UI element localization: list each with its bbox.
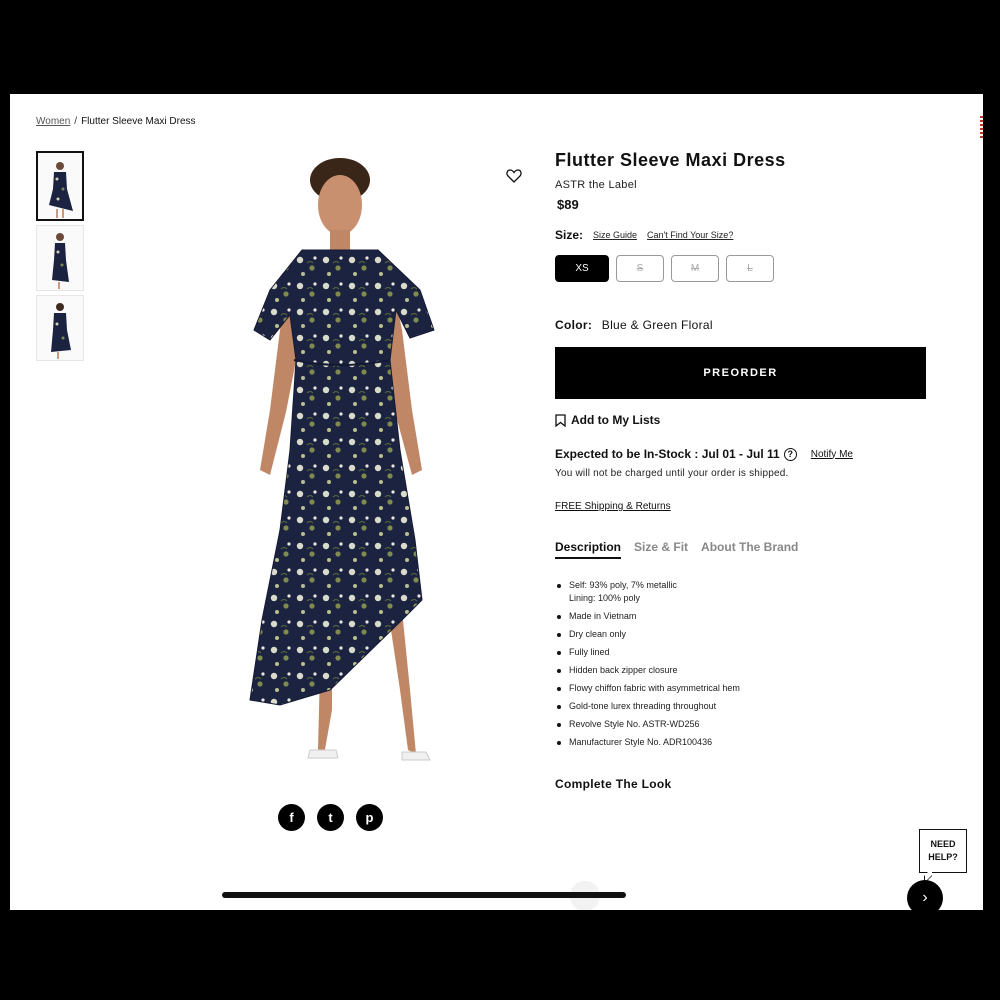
list-item: Revolve Style No. ASTR-WD256 [557,718,935,731]
dress-thumbnail-icon [51,303,71,359]
size-row: Size: Size Guide Can't Find Your Size? [555,228,935,242]
breadcrumb-separator: / [74,116,78,127]
heart-icon[interactable] [506,168,522,184]
size-label: Size: [555,228,584,242]
size-guide-link[interactable]: Size Guide [593,230,637,240]
list-item: Fully lined [557,646,935,659]
bullet [557,723,561,728]
list-item: Self: 93% poly, 7% metallic Lining: 100% … [557,579,935,605]
list-item: Made in Vietnam [557,610,935,623]
stock-text: Expected to be In-Stock : Jul 01 - Jul 1… [555,447,780,461]
detail-text: Made in Vietnam [569,611,637,622]
thumbnail-side[interactable] [36,225,84,291]
free-shipping-link[interactable]: FREE Shipping & Returns [555,501,671,512]
pinterest-icon: p [365,810,374,825]
facebook-icon: f [289,810,294,825]
thumbnail-list [36,151,86,365]
breadcrumb-women-link[interactable]: Women [36,116,70,127]
charge-note: You will not be charged until your order… [555,468,789,479]
notify-me-link[interactable]: Notify Me [811,449,853,460]
tab-size-fit[interactable]: Size & Fit [634,540,688,559]
tab-about-brand[interactable]: About The Brand [701,540,798,559]
twitter-icon: t [328,810,333,825]
twitter-share-button[interactable]: t [317,804,344,831]
bullet [557,741,561,746]
bottom-letterbox [0,910,1000,1000]
tab-description[interactable]: Description [555,540,622,559]
color-label: Color: [555,318,593,332]
preorder-button[interactable]: PREORDER [555,347,926,399]
thumbnail-back[interactable] [36,295,84,361]
breadcrumb-current: Flutter Sleeve Maxi Dress [81,116,196,127]
size-selector: XS S M L [555,255,935,282]
stock-row: Expected to be In-Stock : Jul 01 - Jul 1… [555,447,935,461]
thumbnail-front[interactable] [36,151,84,221]
breadcrumb: Women / Flutter Sleeve Maxi Dress [36,116,196,127]
product-price: $89 [557,197,579,212]
list-item: Gold-tone lurex threading throughout [557,700,935,713]
detail-text: Lining: 100% poly [569,593,641,604]
bullet [557,669,561,674]
detail-text: Manufacturer Style No. ADR100436 [569,737,713,748]
size-button-m[interactable]: M [671,255,719,282]
detail-text: Dry clean only [569,629,627,640]
detail-text: Flowy chiffon fabric with asymmetrical h… [569,683,740,694]
product-brand[interactable]: ASTR the Label [555,179,935,191]
facebook-share-button[interactable]: f [278,804,305,831]
bullet [557,705,561,710]
size-button-l[interactable]: L [726,255,774,282]
color-value: Blue & Green Floral [601,318,713,332]
bullet [557,615,561,620]
list-item: Hidden back zipper closure [557,664,935,677]
dress-thumbnail-icon [49,162,73,218]
detail-text: Fully lined [569,647,610,658]
size-button-xs[interactable]: XS [555,255,609,282]
detail-text: Gold-tone lurex threading throughout [569,701,717,712]
product-main-image [249,158,435,761]
chat-button[interactable]: › [907,880,943,910]
dress-thumbnail-icon [52,233,69,289]
chevron-right-icon: › [922,889,928,906]
product-page: Women / Flutter Sleeve Maxi Dress f t p … [10,94,983,910]
complete-the-look-heading: Complete The Look [555,777,672,792]
product-info: Flutter Sleeve Maxi Dress ASTR the Label… [555,150,935,791]
need-help-bubble[interactable]: NEED HELP? [919,829,967,873]
share-buttons: f t p [278,804,383,831]
detail-text: Hidden back zipper closure [569,665,678,676]
size-button-s[interactable]: S [616,255,664,282]
list-item: Manufacturer Style No. ADR100436 [557,736,935,749]
product-tabs: Description Size & Fit About The Brand [555,540,935,559]
list-item: Flowy chiffon fabric with asymmetrical h… [557,682,935,695]
color-row: Color: Blue & Green Floral [555,318,935,332]
list-item: Dry clean only [557,628,935,641]
bookmark-icon [555,413,566,427]
cant-find-size-link[interactable]: Can't Find Your Size? [647,230,733,240]
add-to-lists-button[interactable]: Add to My Lists [555,413,935,427]
home-indicator-bar[interactable] [222,892,626,898]
bullet [557,584,561,588]
add-to-lists-label: Add to My Lists [571,413,661,427]
detail-text: Self: 93% poly, 7% metallic [569,580,677,590]
pinterest-share-button[interactable]: p [356,804,383,831]
bullet [557,651,561,656]
red-dot-indicator [980,116,983,138]
question-icon[interactable]: ? [783,447,797,461]
description-list: Self: 93% poly, 7% metallic Lining: 100% … [557,579,935,749]
bullet [557,687,561,692]
bullet [557,633,561,638]
product-title: Flutter Sleeve Maxi Dress [555,150,786,170]
detail-text: Revolve Style No. ASTR-WD256 [569,719,700,730]
